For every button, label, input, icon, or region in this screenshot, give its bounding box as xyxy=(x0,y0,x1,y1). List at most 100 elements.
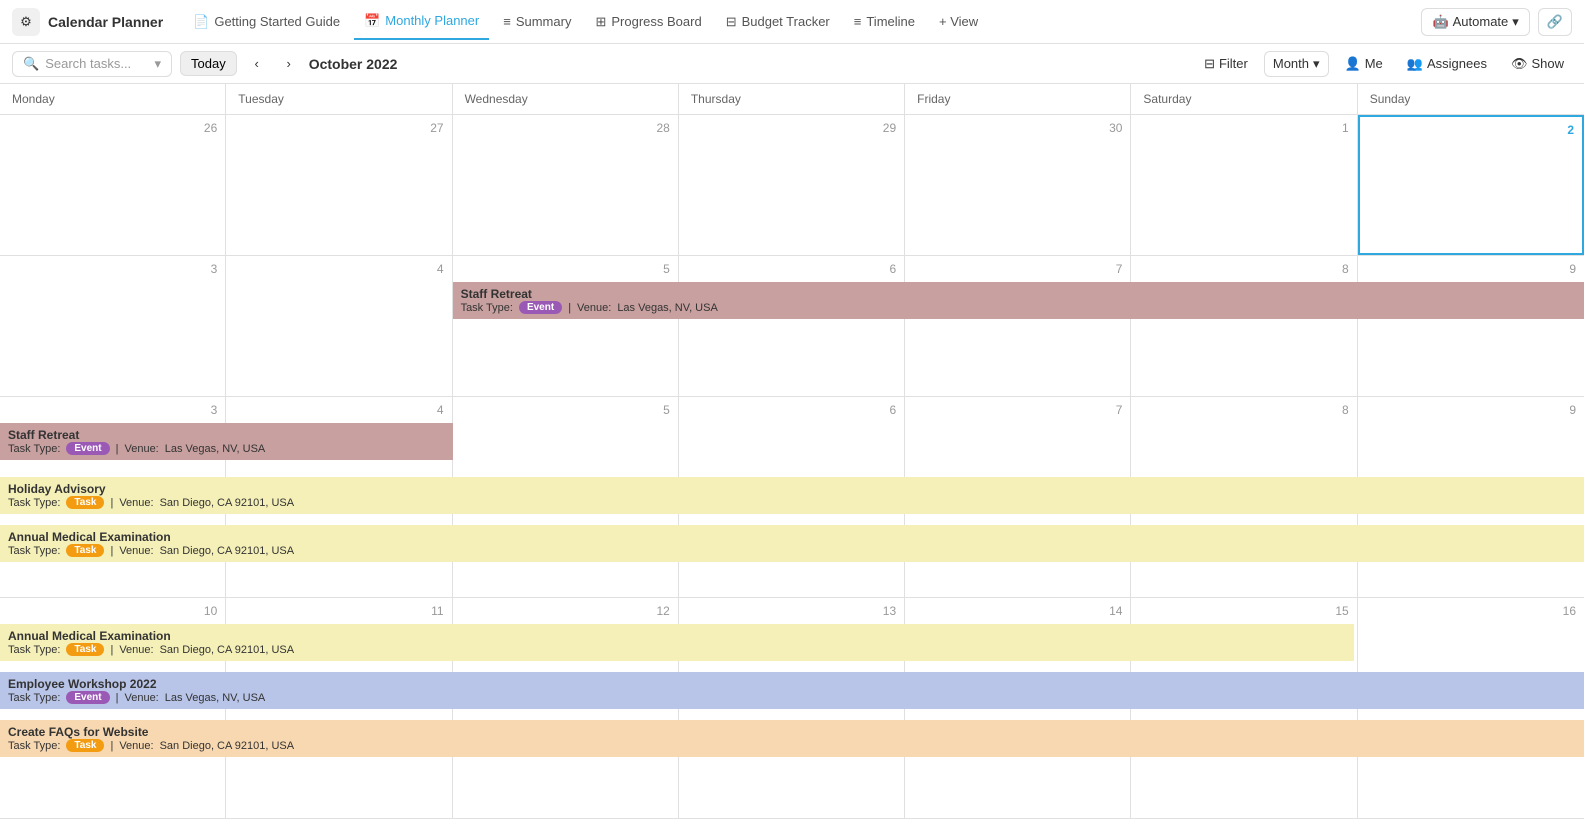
day-number-sep27: 27 xyxy=(226,115,451,137)
day-cell-sep26[interactable]: 26 xyxy=(0,115,226,255)
day-cell-sep28[interactable]: 28 xyxy=(453,115,679,255)
event-annual-medical-2[interactable]: Annual Medical Examination Task Type: Ta… xyxy=(0,624,1354,661)
am1-venue: San Diego, CA 92101, USA xyxy=(160,545,295,557)
chevron-down-icon: ▾ xyxy=(1512,14,1519,30)
day-cell-oct7[interactable]: 7 xyxy=(905,256,1131,396)
day-number-w3-6: 6 xyxy=(679,397,904,419)
tab-getting-started[interactable]: 📄 Getting Started Guide xyxy=(183,4,350,40)
sr-title: Staff Retreat xyxy=(8,428,445,442)
tab-summary-label: Summary xyxy=(516,14,572,29)
sr-venue: Las Vegas, NV, USA xyxy=(165,443,266,455)
ha-detail: Task Type: Task | Venue: San Diego, CA 9… xyxy=(8,496,1576,509)
day-number-sep28: 28 xyxy=(453,115,678,137)
calendar: Monday Tuesday Wednesday Thursday Friday… xyxy=(0,84,1584,819)
day-cell-oct9[interactable]: 9 xyxy=(1358,256,1584,396)
event-employee-workshop[interactable]: Employee Workshop 2022 Task Type: Event … xyxy=(0,672,1584,709)
day-number-oct15: 15 xyxy=(1131,598,1356,620)
day-number-oct10: 10 xyxy=(0,598,225,620)
day-cell-sep29[interactable]: 29 xyxy=(679,115,905,255)
automate-button[interactable]: 🤖 Automate ▾ xyxy=(1421,8,1529,36)
tab-monthly-planner[interactable]: 📅 Monthly Planner xyxy=(354,4,489,40)
event-annual-medical-1[interactable]: Annual Medical Examination Task Type: Ta… xyxy=(0,525,1584,562)
timeline-icon: ≡ xyxy=(854,14,862,29)
ha-pipe: | xyxy=(110,497,113,509)
me-filter-button[interactable]: 👤 Me xyxy=(1337,52,1391,76)
day-number-oct3: 3 xyxy=(0,256,225,278)
share-button[interactable]: 🔗 xyxy=(1538,8,1572,36)
app-icon: ⚙ xyxy=(12,8,40,36)
cf-type-label: Task Type: xyxy=(8,740,60,752)
tab-monthly-planner-label: Monthly Planner xyxy=(385,13,479,28)
tab-budget-tracker[interactable]: ⊟ Budget Tracker xyxy=(716,4,840,40)
calendar-body: 26 27 28 29 30 1 2 xyxy=(0,115,1584,819)
day-header-tuesday: Tuesday xyxy=(226,84,452,114)
tab-timeline-label: Timeline xyxy=(866,14,915,29)
day-header-saturday: Saturday xyxy=(1131,84,1357,114)
event-holiday-advisory[interactable]: Holiday Advisory Task Type: Task | Venue… xyxy=(0,477,1584,514)
pipe-separator: | xyxy=(568,302,571,314)
filter-label: Filter xyxy=(1219,56,1248,71)
tab-summary[interactable]: ≡ Summary xyxy=(493,4,581,40)
tab-timeline[interactable]: ≡ Timeline xyxy=(844,4,925,40)
ew-badge: Event xyxy=(66,691,109,704)
ew-venue-label: Venue: xyxy=(124,692,158,704)
today-button[interactable]: Today xyxy=(180,51,237,76)
ha-title: Holiday Advisory xyxy=(8,482,1576,496)
show-button[interactable]: 👁 Show xyxy=(1503,52,1572,76)
venue-label: Venue: xyxy=(577,302,611,314)
am2-venue: San Diego, CA 92101, USA xyxy=(160,644,295,656)
search-dropdown-icon: ▾ xyxy=(154,56,161,72)
am1-detail: Task Type: Task | Venue: San Diego, CA 9… xyxy=(8,544,1576,557)
ew-pipe: | xyxy=(116,692,119,704)
day-cell-sep27[interactable]: 27 xyxy=(226,115,452,255)
day-number-sep29: 29 xyxy=(679,115,904,137)
month-label: Month xyxy=(1273,56,1309,71)
show-label: Show xyxy=(1531,56,1564,71)
day-headers: Monday Tuesday Wednesday Thursday Friday… xyxy=(0,84,1584,115)
tab-progress-board[interactable]: ⊞ Progress Board xyxy=(585,4,711,40)
me-label: Me xyxy=(1365,56,1383,71)
day-cell-oct2[interactable]: 2 xyxy=(1358,115,1584,255)
nav-right-actions: 🤖 Automate ▾ 🔗 xyxy=(1421,8,1572,36)
day-number-oct12: 12 xyxy=(453,598,678,620)
event-create-faqs[interactable]: Create FAQs for Website Task Type: Task … xyxy=(0,720,1584,757)
day-cell-oct1[interactable]: 1 xyxy=(1131,115,1357,255)
event-staff-retreat-cont[interactable]: Staff Retreat Task Type: Event | Venue: … xyxy=(0,423,453,460)
ew-type-label: Task Type: xyxy=(8,692,60,704)
day-number-oct6: 6 xyxy=(679,256,904,278)
am2-title: Annual Medical Examination xyxy=(8,629,1346,643)
day-cell-oct8[interactable]: 8 xyxy=(1131,256,1357,396)
month-view-button[interactable]: Month ▾ xyxy=(1264,51,1329,77)
next-month-button[interactable]: › xyxy=(277,52,301,76)
day-number-oct11: 11 xyxy=(226,598,451,620)
day-number-oct7: 7 xyxy=(905,256,1130,278)
day-cell-oct3[interactable]: 3 xyxy=(0,256,226,396)
prev-month-button[interactable]: ‹ xyxy=(245,52,269,76)
day-number-oct14: 14 xyxy=(905,598,1130,620)
am1-badge: Task xyxy=(66,544,104,557)
gear-icon: ⚙ xyxy=(20,14,32,30)
event-staff-retreat-week2[interactable]: Staff Retreat Task Type: Event | Venue: … xyxy=(453,282,1584,319)
day-cell-oct4[interactable]: 4 xyxy=(226,256,452,396)
day-cell-oct6[interactable]: 6 xyxy=(679,256,905,396)
am2-detail: Task Type: Task | Venue: San Diego, CA 9… xyxy=(8,643,1346,656)
doc-icon: 📄 xyxy=(193,14,209,30)
eye-icon: 👁 xyxy=(1511,56,1528,72)
search-placeholder: Search tasks... xyxy=(45,56,131,71)
am1-type-label: Task Type: xyxy=(8,545,60,557)
search-icon: 🔍 xyxy=(23,56,39,72)
day-cell-sep30[interactable]: 30 xyxy=(905,115,1131,255)
tab-view-label: + View xyxy=(939,14,978,29)
person-icon: 👤 xyxy=(1345,56,1361,72)
day-cell-oct5[interactable]: 5 xyxy=(453,256,679,396)
cf-title: Create FAQs for Website xyxy=(8,725,1576,739)
search-box[interactable]: 🔍 Search tasks... ▾ xyxy=(12,51,172,77)
list-icon: ≡ xyxy=(503,14,511,29)
tab-add-view[interactable]: + View xyxy=(929,4,988,40)
am1-pipe: | xyxy=(110,545,113,557)
filter-button[interactable]: ⊟ Filter xyxy=(1196,52,1256,76)
toolbar: 🔍 Search tasks... ▾ Today ‹ › October 20… xyxy=(0,44,1584,84)
assignees-button[interactable]: 👥 Assignees xyxy=(1399,52,1495,76)
am1-venue-label: Venue: xyxy=(119,545,153,557)
ha-badge: Task xyxy=(66,496,104,509)
